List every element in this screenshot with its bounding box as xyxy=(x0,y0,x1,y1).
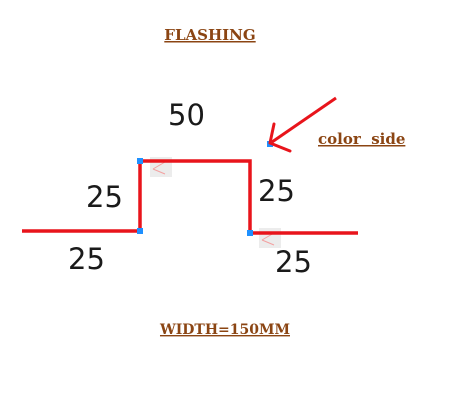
drawing-title: FLASHING xyxy=(164,26,255,44)
node-marker xyxy=(247,230,253,236)
node-marker xyxy=(137,158,143,164)
node-marker xyxy=(137,228,143,234)
flashing-drawing: FLASHING color side 50 25 25 25 25 WIDTH… xyxy=(22,26,405,338)
width-label: WIDTH=150MM xyxy=(159,322,290,338)
flashing-profile xyxy=(22,159,358,235)
dimension-left-flange: 25 xyxy=(68,242,105,276)
dimension-right-drop: 25 xyxy=(258,174,295,208)
dimension-left-rise: 25 xyxy=(86,180,123,214)
color-side-label: color side xyxy=(318,130,405,148)
dimension-top: 50 xyxy=(168,98,205,132)
dimension-right-flange: 25 xyxy=(275,245,312,279)
